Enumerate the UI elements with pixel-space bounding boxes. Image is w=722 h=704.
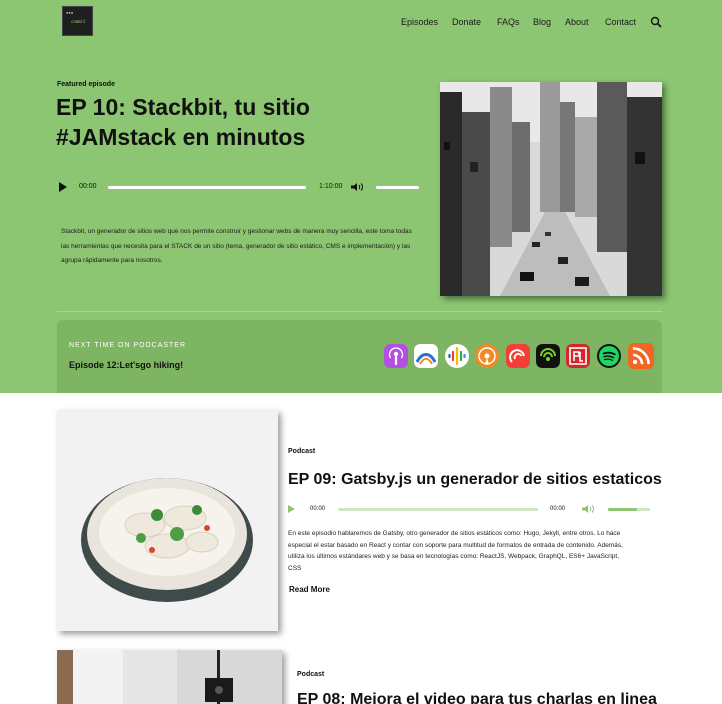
nav-donate[interactable]: Donate (452, 17, 481, 27)
next-episode-label: NEXT TIME ON PODCASTER (69, 342, 187, 349)
pocket-casts-icon[interactable] (506, 344, 530, 368)
hero-divider (57, 311, 662, 312)
nav-blog[interactable]: Blog (533, 17, 551, 27)
next-episode-title: Episode 12:Let'sgo hiking! (69, 360, 184, 370)
volume-slider[interactable] (608, 508, 650, 511)
podcast-addict-icon[interactable] (414, 344, 438, 368)
episode-08-title[interactable]: EP 08: Mejora el video para tus charlas … (297, 691, 657, 704)
episode-09-title[interactable]: EP 09: Gatsby.js un generador de sitios … (288, 471, 662, 489)
castbox-icon[interactable] (536, 344, 560, 368)
duration: 00:00 (550, 506, 566, 512)
episode-08-image[interactable] (57, 650, 282, 704)
featured-audio-player: 00:00 1:10:00 (56, 179, 426, 195)
play-icon[interactable] (59, 182, 67, 192)
volume-slider[interactable] (376, 186, 419, 189)
featured-episode-image[interactable] (440, 82, 662, 296)
current-time: 00:00 (79, 183, 97, 190)
player-fm-icon[interactable] (566, 344, 590, 368)
progress-slider[interactable] (108, 186, 306, 189)
logo-dots: ▪▪▪ (66, 10, 74, 15)
rss-icon[interactable] (628, 343, 654, 369)
nav-faqs[interactable]: FAQs (497, 17, 520, 27)
hero-section: ▪▪▪ commit Episodes Donate FAQs Blog Abo… (0, 0, 722, 393)
site-logo[interactable]: ▪▪▪ commit (62, 6, 93, 36)
nav-episodes[interactable]: Episodes (401, 17, 438, 27)
featured-title[interactable]: EP 10: Stackbit, tu sitio #JAMstack en m… (56, 92, 436, 152)
featured-description: Stackbit, un generador de sitios web que… (61, 228, 412, 264)
nav-about[interactable]: About (565, 17, 589, 27)
overcast-icon[interactable] (475, 344, 499, 368)
play-icon[interactable] (288, 505, 295, 513)
spotify-icon[interactable] (597, 344, 621, 368)
search-icon[interactable] (650, 16, 662, 28)
episode-09-description: En este episodio hablaremos de Gatsby, o… (288, 530, 623, 573)
read-more-link[interactable]: Read More (289, 585, 330, 594)
logo-text: commit (71, 19, 86, 24)
episode-09-audio-player: 00:00 00:00 (288, 503, 652, 517)
apple-podcasts-icon[interactable] (384, 344, 408, 368)
next-episode-banner: NEXT TIME ON PODCASTER Episode 12:Let'sg… (57, 320, 662, 393)
progress-slider[interactable] (338, 508, 538, 511)
volume-level (608, 508, 638, 511)
featured-label: Featured episode (57, 81, 115, 88)
episode-09-category: Podcast (288, 448, 316, 455)
volume-icon[interactable] (350, 182, 364, 192)
duration: 1:10:00 (319, 183, 343, 190)
nav-contact[interactable]: Contact (605, 17, 636, 27)
episode-08-category: Podcast (297, 671, 325, 678)
google-podcasts-icon[interactable] (445, 344, 469, 368)
volume-icon[interactable] (581, 504, 595, 514)
current-time: 00:00 (310, 506, 326, 512)
episode-09-image[interactable] (57, 410, 278, 631)
